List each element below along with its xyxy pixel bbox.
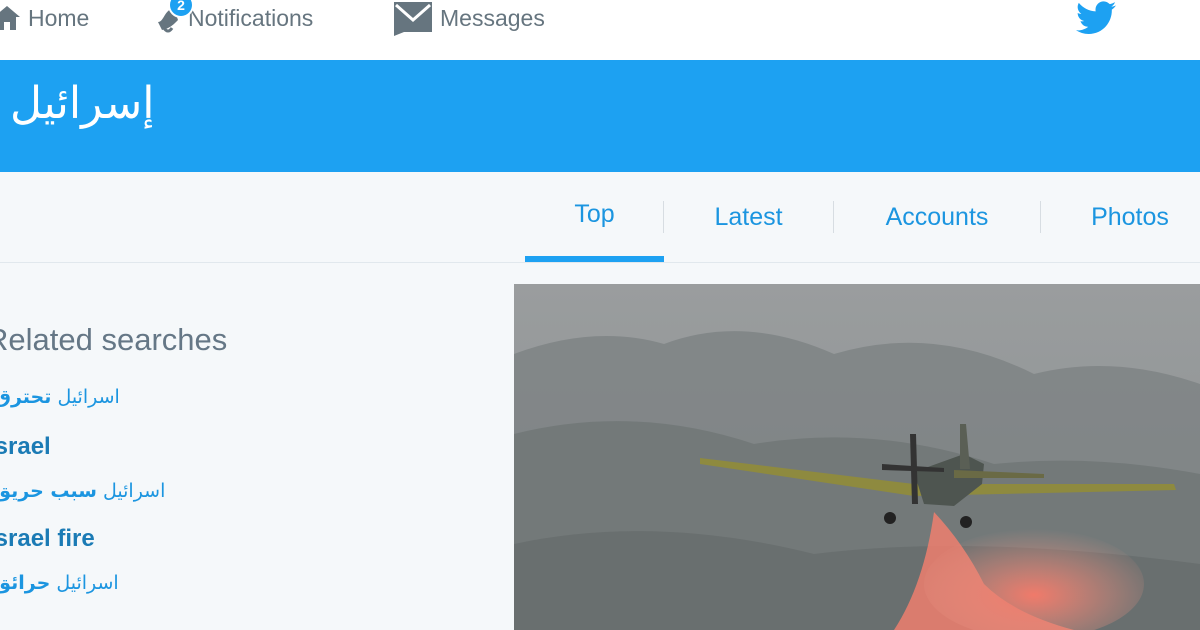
search-query-title: إسرائيل <box>10 78 155 129</box>
tab-accounts[interactable]: Accounts <box>834 172 1040 262</box>
tab-latest-label: Latest <box>714 202 783 231</box>
airplane-photo-image <box>514 284 1200 630</box>
top-nav: Home 2 Notifications Messages <box>0 0 1200 61</box>
tab-accounts-label: Accounts <box>885 202 989 231</box>
related-search-link[interactable]: اسرائيل سبب حريق <box>0 480 165 502</box>
related-search-bold: تحترق <box>0 386 52 408</box>
related-search-bold: israel fire <box>0 525 95 552</box>
related-searches-heading: Related searches <box>0 322 228 357</box>
related-search-bold: سبب حريق <box>0 480 97 502</box>
notifications-icon: 2 <box>154 0 194 34</box>
tweet-photo[interactable] <box>514 284 1200 630</box>
related-search-normal: اسرائيل <box>57 386 120 408</box>
related-search-link[interactable]: israel <box>0 433 51 461</box>
tab-photos-label: Photos <box>1091 202 1169 231</box>
tab-top[interactable]: Top <box>525 172 664 262</box>
tab-top-label: Top <box>574 199 615 228</box>
nav-home-label: Home <box>28 4 90 31</box>
nav-notifications-label: Notifications <box>188 4 314 31</box>
related-search-link[interactable]: اسرائيل تحترق <box>0 386 120 408</box>
related-search-normal: اسرائيل <box>56 572 119 594</box>
nav-home[interactable]: Home <box>0 0 89 36</box>
search-tabs: Top Latest Accounts Photos <box>0 172 1200 263</box>
related-search-normal: اسرائيل <box>103 480 166 502</box>
related-search-bold: حرائق <box>0 572 51 594</box>
related-search-bold: israel <box>0 433 51 460</box>
search-header: إسرائيل <box>0 60 1200 172</box>
tab-photos[interactable]: Photos <box>1041 172 1200 262</box>
nav-messages-label: Messages <box>440 4 545 31</box>
messages-icon <box>392 0 434 36</box>
nav-notifications[interactable]: 2 Notifications <box>154 0 313 36</box>
related-search-link[interactable]: اسرائيل حرائق <box>0 572 119 594</box>
tab-latest[interactable]: Latest <box>664 172 833 262</box>
home-icon <box>0 3 22 33</box>
related-search-link[interactable]: israel fire <box>0 525 95 553</box>
twitter-bird-icon[interactable] <box>1076 0 1116 41</box>
nav-messages[interactable]: Messages <box>392 0 545 36</box>
